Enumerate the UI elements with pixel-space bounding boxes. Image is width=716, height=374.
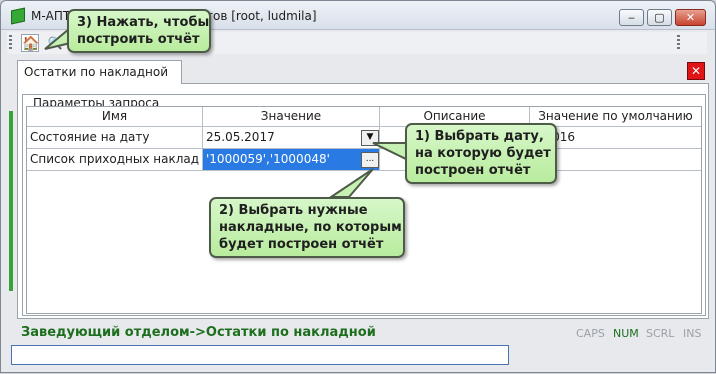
- callout2-line2: накладные, по которым: [219, 220, 402, 235]
- num-indicator: NUM: [613, 327, 639, 340]
- row1-name: Состояние на дату: [27, 127, 203, 149]
- toolbar-grip-right[interactable]: [677, 35, 680, 51]
- invoices-select-button[interactable]: ...: [361, 152, 379, 168]
- window-title-user: тов [root, ludmila]: [206, 9, 317, 23]
- minimize-button[interactable]: ‒: [619, 9, 644, 26]
- window-title: М-АПТ: [31, 9, 71, 23]
- tab-bar: Остатки по накладной ✕: [17, 60, 709, 84]
- row2-name: Список приходных наклад: [27, 149, 203, 171]
- status-path: Заведующий отделом->Остатки по накладной: [21, 325, 376, 340]
- callout-build-report: 3) Нажать, чтобы построить отчёт: [67, 9, 211, 53]
- callout3-line1: 3) Нажать, чтобы: [77, 15, 210, 30]
- side-indicator: [9, 111, 13, 291]
- col-header-default[interactable]: Значение по умолчанию: [530, 107, 701, 127]
- callout1-line1: 1) Выбрать дату,: [415, 129, 544, 144]
- row2-value[interactable]: '1000059','1000048': [203, 149, 380, 171]
- toolbar-grip[interactable]: [9, 35, 12, 51]
- scrl-indicator: SCRL: [646, 327, 675, 340]
- callout2-line1: 2) Выбрать нужные: [219, 203, 368, 218]
- date-dropdown-button[interactable]: ▼: [361, 130, 379, 146]
- app-icon: [11, 7, 25, 25]
- ins-indicator: INS: [683, 327, 702, 340]
- row1-value[interactable]: 25.05.2017: [203, 127, 380, 149]
- callout1-line2: на которую будет: [415, 146, 551, 161]
- tab-ostatki[interactable]: Остатки по накладной: [17, 60, 182, 84]
- caps-indicator: CAPS: [576, 327, 605, 340]
- callout-choose-date: 1) Выбрать дату, на которую будет постро…: [405, 123, 557, 184]
- col-header-name[interactable]: Имя: [27, 107, 203, 127]
- app-window: М-АПТ тов [root, ludmila] ‒ ▢ ✕ 🏠 🔍 Оста…: [0, 0, 716, 373]
- maximize-button[interactable]: ▢: [647, 9, 672, 26]
- callout-choose-invoices: 2) Выбрать нужные накладные, по которым …: [209, 197, 405, 258]
- tab-label: Остатки по накладной: [24, 65, 168, 79]
- col-header-value[interactable]: Значение: [203, 107, 380, 127]
- callout1-line3: построен отчёт: [415, 163, 531, 178]
- callout2-line3: будет построен отчёт: [219, 237, 384, 252]
- build-report-button[interactable]: 🏠: [21, 34, 39, 52]
- close-window-button[interactable]: ✕: [675, 9, 706, 26]
- status-bar-field: [11, 345, 509, 365]
- close-tab-button[interactable]: ✕: [687, 62, 705, 80]
- preview-icon[interactable]: 🔍: [47, 36, 63, 50]
- callout3-line2: построить отчёт: [77, 32, 200, 47]
